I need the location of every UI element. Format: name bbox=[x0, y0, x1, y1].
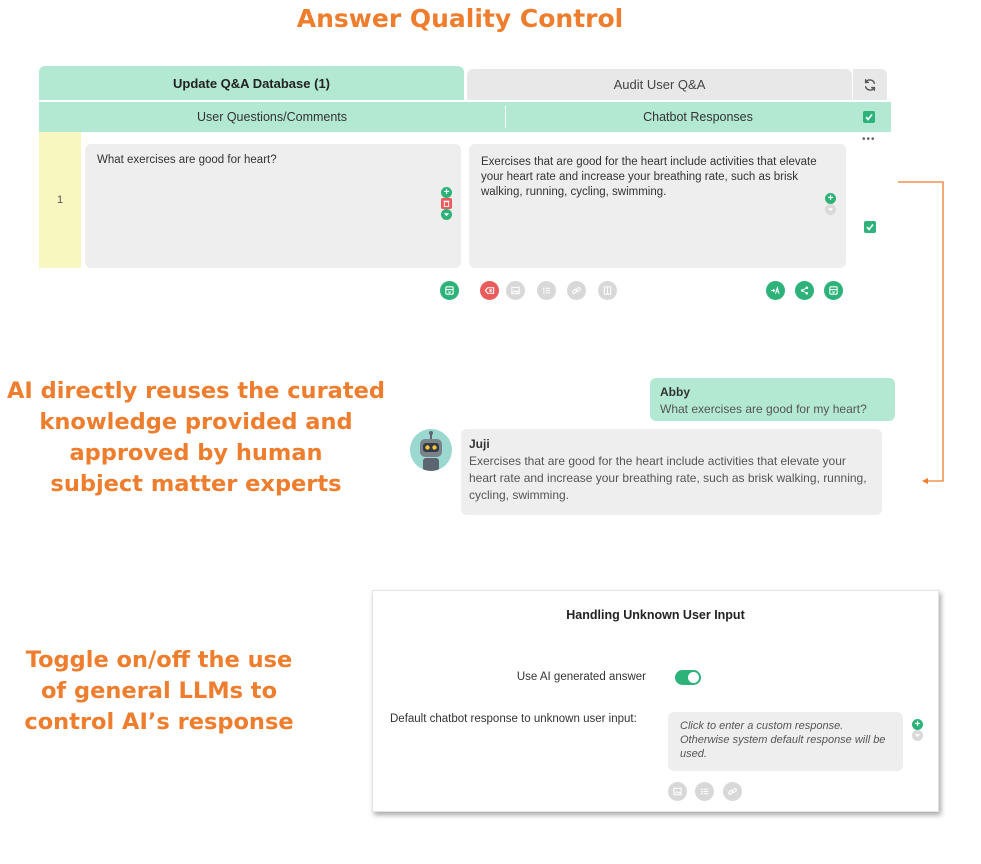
image-button[interactable] bbox=[506, 281, 525, 300]
robot-avatar-icon bbox=[410, 429, 452, 471]
down-arrow-icon[interactable] bbox=[441, 209, 452, 220]
list-icon bbox=[700, 788, 709, 795]
question-text: What exercises are good for heart? bbox=[97, 154, 277, 166]
user-message: What exercises are good for my heart? bbox=[660, 402, 867, 416]
row-number: 1 bbox=[39, 132, 81, 268]
default-response-label: Default chatbot response to unknown user… bbox=[390, 713, 637, 725]
check-icon bbox=[866, 224, 874, 231]
link-button[interactable] bbox=[567, 281, 586, 300]
question-cell-controls: + bbox=[441, 187, 452, 220]
check-icon bbox=[865, 114, 873, 121]
response-cell-controls: + bbox=[825, 193, 836, 215]
image-icon bbox=[673, 787, 682, 796]
user-name: Abby bbox=[660, 385, 690, 399]
response-cell[interactable]: Exercises that are good for the heart in… bbox=[469, 144, 846, 268]
document-button[interactable] bbox=[598, 281, 617, 300]
column-header-responses: Chatbot Responses bbox=[505, 102, 891, 132]
column-header-questions: User Questions/Comments bbox=[196, 110, 348, 124]
add-response-plus-icon[interactable]: + bbox=[912, 719, 923, 730]
delete-response-button[interactable] bbox=[480, 281, 499, 300]
unknown-input-panel: Handling Unknown User Input Use AI gener… bbox=[372, 590, 939, 812]
down-arrow-icon[interactable] bbox=[825, 204, 836, 215]
image-button[interactable] bbox=[668, 782, 687, 801]
page-title: Answer Quality Control bbox=[296, 4, 624, 33]
connector-arrow bbox=[898, 181, 944, 484]
save-icon bbox=[829, 286, 838, 295]
row-checkbox[interactable] bbox=[864, 221, 876, 233]
bot-chat-bubble: Juji Exercises that are good for the hea… bbox=[461, 429, 882, 515]
more-options-icon[interactable]: ••• bbox=[862, 134, 876, 145]
link-icon bbox=[572, 287, 581, 294]
toggle-llm-caption: Toggle on/off the use of general LLMs to… bbox=[24, 647, 294, 735]
list-icon bbox=[542, 287, 551, 294]
delete-icon bbox=[484, 287, 495, 294]
translate-button[interactable] bbox=[766, 281, 785, 300]
down-arrow-icon[interactable] bbox=[912, 730, 923, 741]
reuse-knowledge-caption: AI directly reuses the curated knowledge… bbox=[7, 378, 385, 497]
trash-icon[interactable] bbox=[441, 198, 452, 209]
image-icon bbox=[511, 286, 520, 295]
share-icon bbox=[800, 286, 809, 295]
select-all-checkbox[interactable] bbox=[863, 111, 875, 123]
share-button[interactable] bbox=[795, 281, 814, 300]
tab-audit-user-qa[interactable]: Audit User Q&A bbox=[467, 69, 852, 100]
refresh-icon bbox=[864, 78, 876, 91]
question-cell[interactable]: What exercises are good for heart? bbox=[85, 144, 461, 268]
custom-response-input[interactable]: Click to enter a custom response. Otherw… bbox=[668, 712, 903, 771]
save-response-button[interactable] bbox=[824, 281, 843, 300]
document-icon bbox=[603, 286, 612, 295]
ai-answer-toggle[interactable] bbox=[675, 670, 701, 685]
list-button[interactable] bbox=[537, 281, 556, 300]
refresh-button[interactable] bbox=[852, 69, 887, 100]
bot-message: Exercises that are good for the heart in… bbox=[469, 454, 867, 502]
save-icon bbox=[445, 286, 454, 295]
tab-update-qa-database[interactable]: Update Q&A Database (1) bbox=[39, 66, 464, 100]
link-button[interactable] bbox=[723, 782, 742, 801]
link-icon bbox=[728, 788, 737, 795]
toggle-knob bbox=[688, 672, 699, 683]
ai-toggle-label: Use AI generated answer bbox=[516, 671, 646, 683]
user-chat-bubble: Abby What exercises are good for my hear… bbox=[650, 378, 895, 421]
save-question-button[interactable] bbox=[440, 281, 459, 300]
table-header-row: User Questions/Comments Chatbot Response… bbox=[39, 102, 891, 132]
add-response-plus-icon[interactable]: + bbox=[825, 193, 836, 204]
list-button[interactable] bbox=[695, 782, 714, 801]
translate-icon bbox=[770, 286, 780, 294]
custom-response-controls: + bbox=[912, 719, 923, 741]
response-text: Exercises that are good for the heart in… bbox=[481, 156, 817, 198]
add-question-plus-icon[interactable]: + bbox=[441, 187, 452, 198]
panel-title: Handling Unknown User Input bbox=[566, 608, 745, 622]
bot-name: Juji bbox=[469, 437, 490, 451]
